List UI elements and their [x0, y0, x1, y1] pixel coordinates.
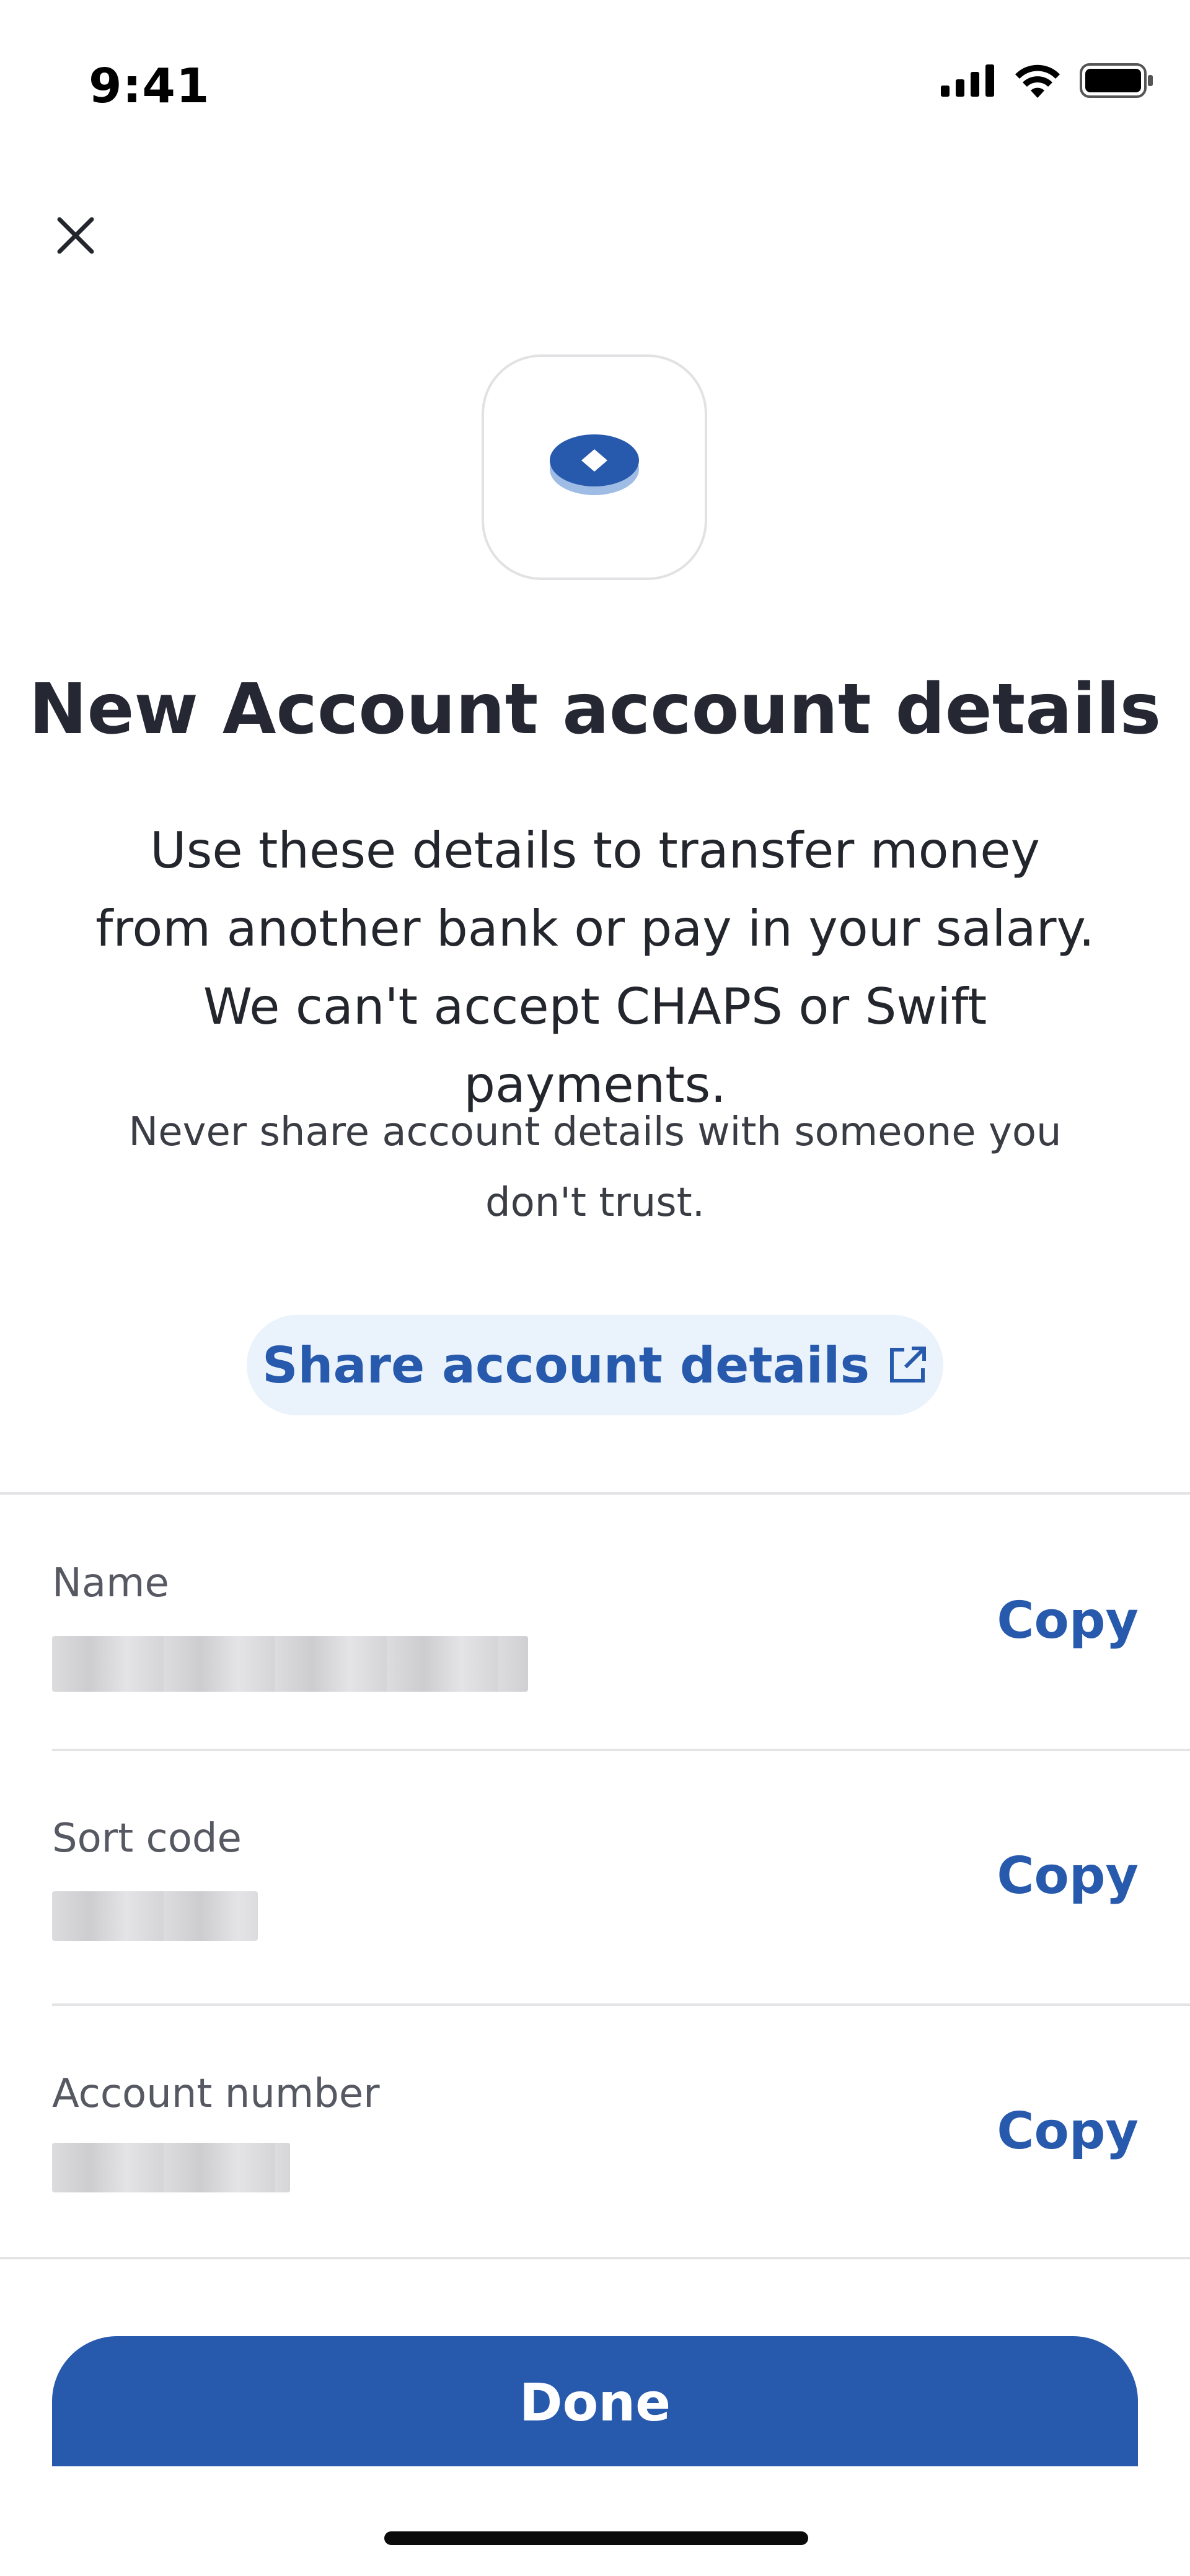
home-indicator: [384, 2531, 808, 2545]
status-icons: [941, 62, 1154, 99]
account-number-label: Account number: [52, 2071, 380, 2117]
description-text: Use these details to transfer money from…: [95, 822, 1095, 1114]
warning-text: Never share account details with someone…: [128, 1109, 1062, 1226]
account-number-value-redacted: [52, 2143, 290, 2192]
cellular-signal-icon: [941, 64, 994, 97]
copy-account-number-button[interactable]: Copy: [997, 2102, 1139, 2161]
divider: [52, 2003, 1190, 2006]
share-account-details-button[interactable]: Share account details: [247, 1315, 943, 1415]
wifi-icon: [1015, 64, 1060, 98]
name-value-redacted: [52, 1636, 528, 1692]
sort-code-value-redacted: [52, 1891, 258, 1941]
page-title: New Account account details: [29, 669, 1161, 750]
name-label: Name: [52, 1560, 169, 1606]
divider: [0, 1492, 1190, 1495]
divider: [0, 2257, 1190, 2259]
close-button[interactable]: [51, 211, 100, 260]
sort-code-label: Sort code: [52, 1816, 242, 1862]
done-button-label: Done: [519, 2372, 671, 2433]
copy-name-button[interactable]: Copy: [997, 1591, 1139, 1650]
divider: [52, 1749, 1190, 1751]
external-link-icon: [890, 1347, 927, 1383]
share-button-label: Share account details: [262, 1336, 870, 1394]
copy-sort-code-button[interactable]: Copy: [997, 1847, 1139, 1906]
close-icon: [57, 217, 94, 254]
coin-stack-icon: [550, 434, 639, 495]
battery-icon: [1080, 63, 1153, 98]
status-time: 9:41: [89, 59, 210, 114]
account-icon-tile: [482, 354, 707, 580]
done-button[interactable]: Done: [52, 2336, 1138, 2466]
bottom-safe-area: [0, 2468, 1190, 2505]
